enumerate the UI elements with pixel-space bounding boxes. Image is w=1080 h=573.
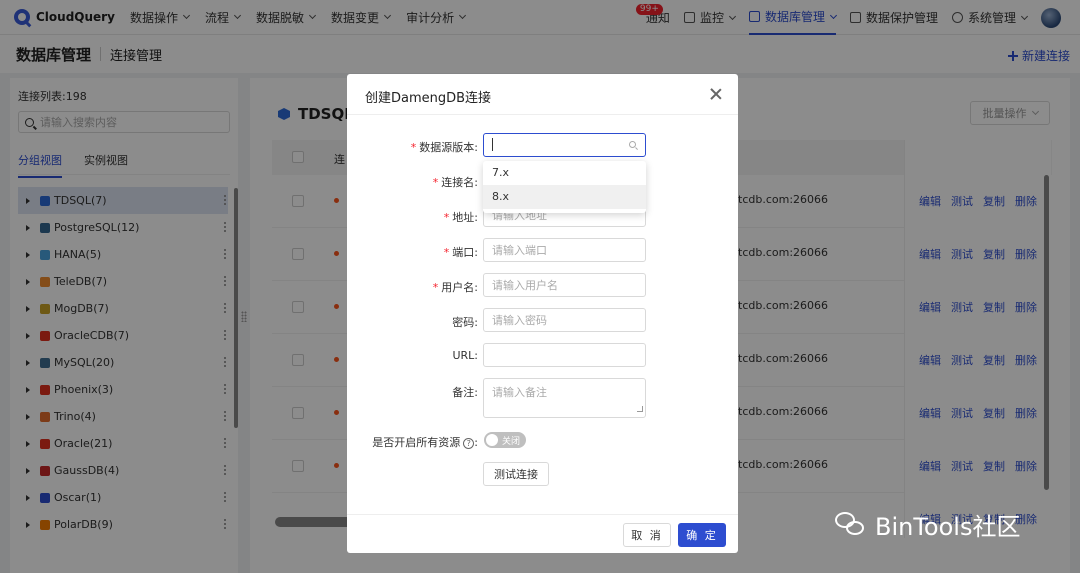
url-input[interactable] bbox=[483, 343, 646, 367]
username-input[interactable] bbox=[483, 273, 646, 297]
switch-state: 关闭 bbox=[502, 437, 521, 447]
version-label: * 数据源版本: bbox=[410, 141, 478, 154]
confirm-button[interactable]: 确 定 bbox=[678, 523, 726, 547]
dialog-footer-divider bbox=[347, 514, 738, 515]
dialog-title: 创建DamengDB连接 bbox=[365, 91, 492, 106]
all-resources-label: 是否开启所有资源?: bbox=[372, 436, 478, 449]
password-label: 密码: bbox=[452, 316, 478, 329]
help-icon[interactable]: ? bbox=[463, 437, 475, 449]
watermark: BinTools社区 bbox=[835, 507, 1020, 542]
cancel-button[interactable]: 取 消 bbox=[623, 523, 671, 547]
switch-knob bbox=[486, 434, 498, 446]
address-label: * 地址: bbox=[443, 211, 478, 224]
create-connection-dialog: 创建DamengDB连接 *数据源版本: *连接名: *地址: *端口: *用户… bbox=[347, 74, 738, 553]
text-cursor bbox=[492, 138, 493, 151]
version-select[interactable] bbox=[483, 133, 646, 157]
connection-name-label: * 连接名: bbox=[432, 176, 478, 189]
port-label: * 端口: bbox=[443, 246, 478, 259]
dialog-header-divider bbox=[347, 114, 738, 115]
wechat-icon bbox=[835, 511, 865, 538]
close-icon[interactable] bbox=[710, 88, 722, 100]
version-dropdown: 7.x 8.x bbox=[483, 161, 646, 213]
test-connection-button[interactable]: 测试连接 bbox=[483, 462, 549, 486]
remark-label: 备注: bbox=[452, 386, 478, 399]
username-label: * 用户名: bbox=[432, 281, 478, 294]
resize-grip-icon[interactable] bbox=[637, 406, 643, 412]
url-label: URL: bbox=[452, 349, 478, 362]
search-icon bbox=[629, 141, 636, 148]
remark-textarea[interactable] bbox=[483, 378, 646, 418]
password-input[interactable] bbox=[483, 308, 646, 332]
dropdown-option-7x[interactable]: 7.x bbox=[483, 161, 646, 185]
dropdown-option-8x[interactable]: 8.x bbox=[483, 185, 646, 209]
all-resources-switch[interactable]: 关闭 bbox=[484, 432, 526, 448]
port-input[interactable] bbox=[483, 238, 646, 262]
